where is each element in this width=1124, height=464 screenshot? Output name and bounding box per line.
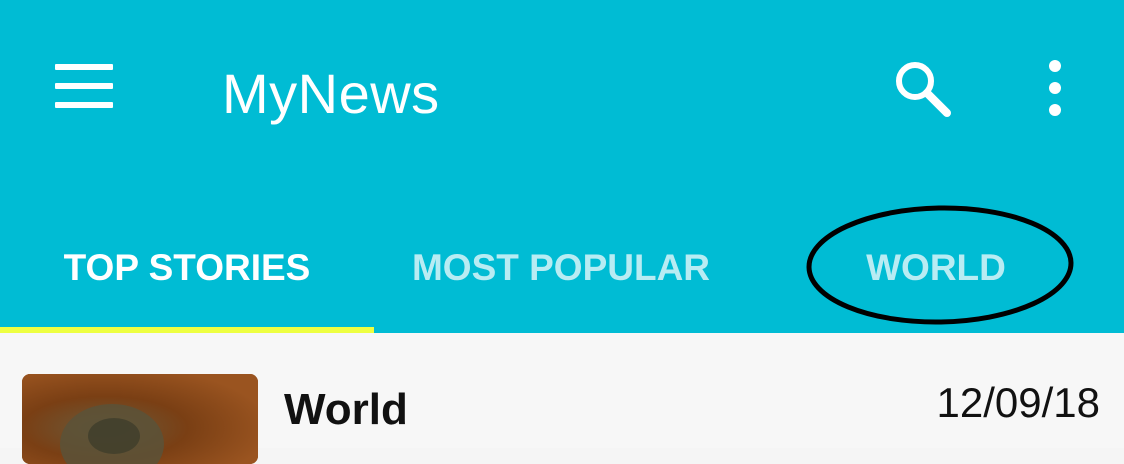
more-vertical-icon bbox=[1049, 60, 1061, 116]
app-title: MyNews bbox=[222, 62, 440, 125]
menu-button[interactable] bbox=[40, 50, 130, 122]
overflow-menu-button[interactable] bbox=[1020, 50, 1090, 126]
hamburger-menu-icon bbox=[55, 64, 113, 108]
search-icon bbox=[896, 62, 951, 117]
tab-most-popular[interactable]: MOST POPULAR bbox=[374, 228, 748, 308]
tab-world[interactable]: WORLD bbox=[748, 228, 1124, 308]
tab-top-stories[interactable]: TOP STORIES bbox=[0, 228, 374, 308]
search-button[interactable] bbox=[880, 50, 964, 126]
article-date: 12/09/18 bbox=[936, 379, 1101, 426]
article-list: World 12/09/18 bbox=[0, 333, 1124, 464]
toolbar: MyNews bbox=[0, 0, 1124, 190]
app-bar: MyNews TOP STORIES MOST POPULAR WORLD bbox=[0, 0, 1124, 333]
list-item[interactable]: World 12/09/18 bbox=[0, 333, 1124, 464]
article-thumbnail bbox=[22, 374, 258, 464]
tab-bar: TOP STORIES MOST POPULAR WORLD bbox=[0, 200, 1124, 333]
article-section: World bbox=[284, 385, 408, 434]
